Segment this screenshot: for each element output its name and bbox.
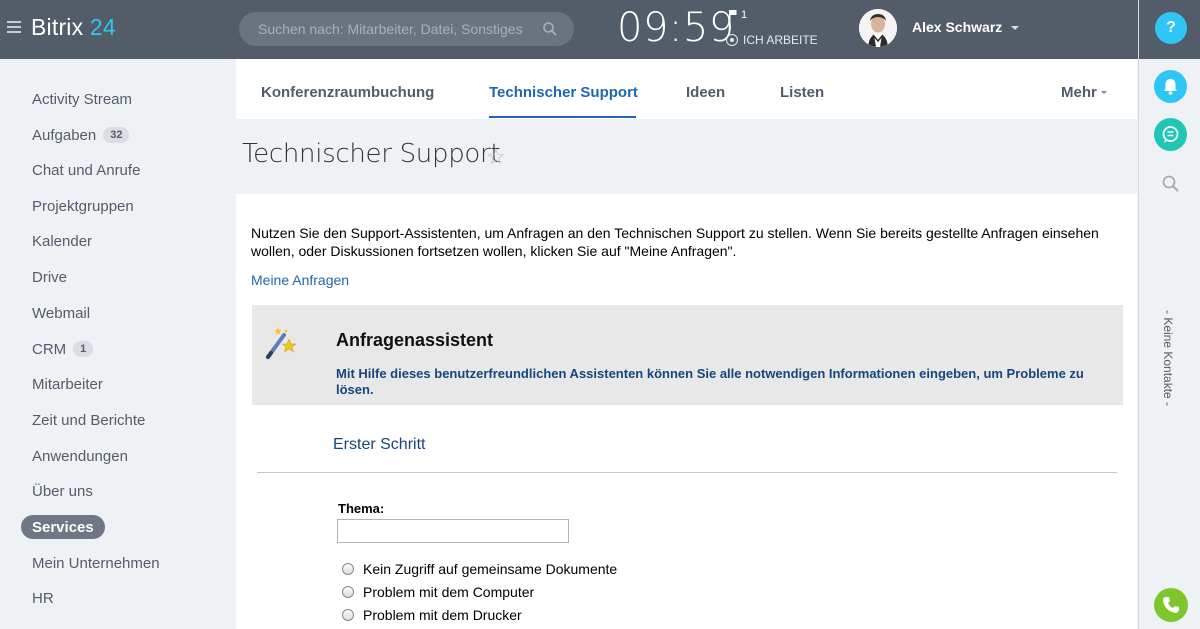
step-title: Erster Schritt [333, 436, 426, 453]
radio-button[interactable] [342, 563, 354, 575]
hamburger-menu-icon[interactable] [7, 21, 21, 33]
topic-input[interactable] [337, 519, 569, 543]
sidebar-item-drive[interactable]: Drive [21, 265, 78, 289]
sidebar-item-label: Projektgruppen [32, 197, 134, 215]
sidebar-item-label: Drive [32, 268, 68, 286]
phone-button[interactable] [1154, 588, 1188, 622]
sidebar: Activity Stream Aufgaben 32 Chat und Anru… [0, 59, 236, 629]
sidebar-item-chat[interactable]: Chat und Anrufe [21, 158, 151, 182]
sidebar-item-services[interactable]: Services [21, 515, 105, 539]
user-menu-chevron-down-icon[interactable] [1011, 26, 1019, 30]
sidebar-item-label: Über uns [32, 482, 93, 500]
sidebar-item-mein-unternehmen[interactable]: Mein Unternehmen [21, 551, 171, 575]
flag-icon [729, 10, 737, 20]
option-printer-problem[interactable]: Problem mit dem Drucker [342, 607, 522, 623]
sidebar-item-kalender[interactable]: Kalender [21, 229, 103, 253]
divider [257, 472, 1117, 473]
option-label: Problem mit dem Drucker [363, 607, 522, 623]
flag-counter[interactable]: 1 [729, 9, 747, 21]
search-icon[interactable] [1161, 174, 1181, 194]
option-computer-problem[interactable]: Problem mit dem Computer [342, 584, 534, 600]
sidebar-item-label: Mitarbeiter [32, 375, 103, 393]
sidebar-item-hr[interactable]: HR [21, 586, 65, 610]
magic-wand-icon [266, 327, 297, 359]
avatar[interactable] [859, 9, 897, 47]
clock[interactable]: 09:59 [617, 5, 735, 51]
active-tab-indicator [489, 116, 636, 118]
sidebar-item-projektgruppen[interactable]: Projektgruppen [21, 194, 145, 218]
sidebar-item-label: Anwendungen [32, 447, 128, 465]
sidebar-item-label: HR [32, 589, 54, 607]
flag-count: 1 [741, 9, 748, 21]
more-label: Mehr [1061, 84, 1097, 101]
work-status-label: ICH ARBEITE [743, 33, 818, 47]
user-name[interactable]: Alex Schwarz [912, 19, 1002, 35]
tab-listen[interactable]: Listen [780, 84, 824, 101]
sidebar-item-activity-stream[interactable]: Activity Stream [21, 87, 143, 111]
sidebar-item-webmail[interactable]: Webmail [21, 301, 101, 325]
notifications-button[interactable] [1154, 70, 1187, 103]
right-sidebar-header: ? [1139, 0, 1200, 59]
sidebar-item-label: Kalender [32, 232, 93, 250]
sidebar-item-label: Chat und Anrufe [32, 161, 141, 179]
sidebar-item-aufgaben[interactable]: Aufgaben 32 [21, 123, 140, 147]
sidebar-item-label: Aufgaben [32, 126, 97, 144]
logo-brand: Bitrix [31, 14, 84, 40]
sidebar-item-label: Mein Unternehmen [32, 554, 160, 572]
count-badge: 1 [73, 341, 94, 357]
work-status[interactable]: ICH ARBEITE [726, 33, 818, 47]
my-requests-link[interactable]: Meine Anfragen [251, 272, 349, 288]
intro-text: Nutzen Sie den Support-Assistenten, um A… [251, 225, 1099, 259]
search-input[interactable] [239, 12, 539, 46]
sidebar-item-mitarbeiter[interactable]: Mitarbeiter [21, 372, 114, 396]
chevron-down-icon [1100, 91, 1107, 94]
messages-button[interactable] [1154, 118, 1187, 151]
sidebar-item-anwendungen[interactable]: Anwendungen [21, 444, 139, 468]
sidebar-item-crm[interactable]: CRM 1 [21, 337, 104, 361]
chat-icon [1162, 126, 1179, 143]
tab-ideen[interactable]: Ideen [686, 84, 725, 101]
sidebar-item-label: Activity Stream [32, 90, 133, 108]
main-content: Nutzen Sie den Support-Assistenten, um A… [236, 194, 1137, 629]
more-tabs-button[interactable]: Mehr [1061, 84, 1107, 101]
sidebar-item-label: CRM [32, 340, 67, 358]
option-shared-docs[interactable]: Kein Zugriff auf gemeinsame Dokumente [342, 561, 617, 577]
right-sidebar: ? - Keine Kontakte - [1138, 0, 1200, 629]
sidebar-item-zeit-berichte[interactable]: Zeit und Berichte [21, 408, 156, 432]
top-header: Bitrix 24 09:59 1 ICH ARBEITE Alex Schwa… [0, 0, 1138, 59]
tab-konferenzraumbuchung[interactable]: Konferenzraumbuchung [261, 84, 434, 101]
tabs-bar: Konferenzraumbuchung Technischer Support… [236, 59, 1137, 119]
option-label: Problem mit dem Computer [363, 584, 535, 600]
wizard-title: Anfragenassistent [336, 330, 494, 350]
favorite-star-icon[interactable]: ☆ [486, 144, 506, 170]
page-title: Technischer Support [242, 139, 501, 169]
search-box[interactable] [239, 12, 574, 46]
radio-button[interactable] [342, 609, 354, 621]
topic-label: Thema: [338, 501, 385, 516]
avatar-image [859, 9, 897, 47]
count-badge: 32 [103, 127, 130, 143]
sidebar-item-label: Webmail [32, 304, 91, 322]
status-dot-icon [726, 34, 738, 46]
tab-technischer-support[interactable]: Technischer Support [489, 84, 638, 101]
wizard-panel: Anfragenassistent Mit Hilfe dieses benut… [252, 305, 1123, 405]
logo-number: 24 [89, 14, 116, 40]
bell-icon [1164, 79, 1177, 95]
search-icon[interactable] [542, 21, 558, 37]
wizard-description: Mit Hilfe dieses benutzerfreundlichen As… [336, 366, 1084, 397]
sidebar-item-ueber-uns[interactable]: Über uns [21, 479, 104, 503]
sidebar-item-label: Services [32, 518, 94, 536]
phone-icon [1163, 597, 1179, 613]
help-button[interactable]: ? [1155, 12, 1187, 44]
sidebar-item-label: Zeit und Berichte [32, 411, 146, 429]
no-contacts-label: - Keine Kontakte - [1161, 310, 1175, 407]
logo[interactable]: Bitrix 24 [31, 14, 116, 41]
radio-button[interactable] [342, 586, 354, 598]
option-label: Kein Zugriff auf gemeinsame Dokumente [363, 561, 618, 577]
